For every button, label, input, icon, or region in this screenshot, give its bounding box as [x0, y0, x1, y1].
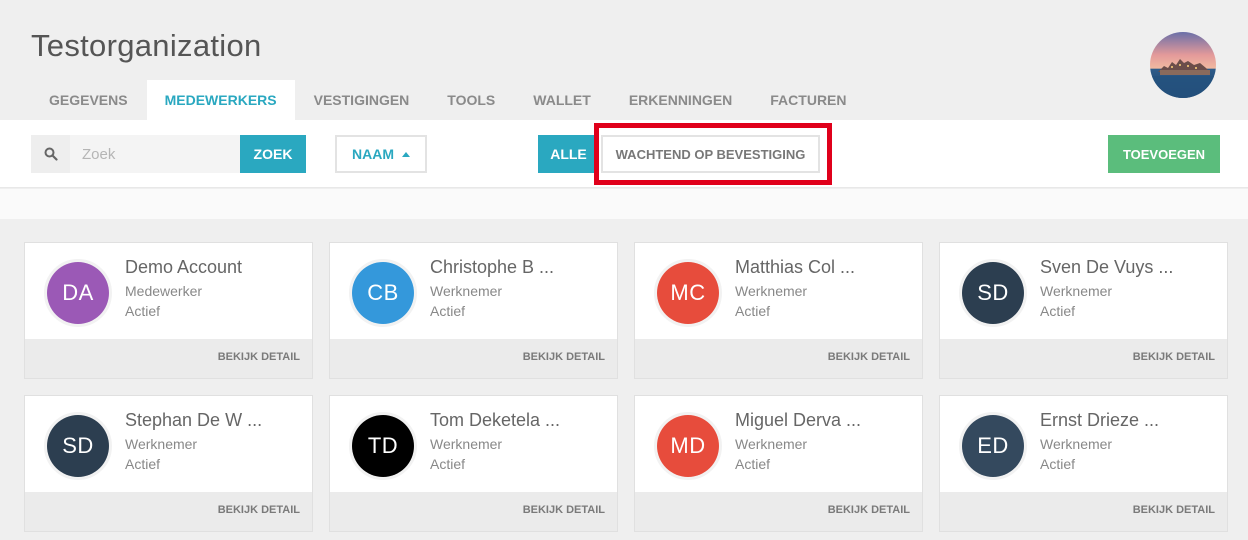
- employee-role: Werknemer: [430, 283, 503, 299]
- employee-name: Matthias Col ...: [735, 257, 856, 277]
- employee-status: Actief: [1040, 303, 1076, 319]
- view-detail-link[interactable]: BEKIJK DETAIL: [1133, 351, 1215, 363]
- card-body: SD Sven De Vuys ... Werknemer Actief: [940, 243, 1227, 339]
- avatar-initials: MC: [657, 262, 719, 324]
- tab-gegevens[interactable]: GEGEVENS: [30, 80, 147, 120]
- employee-role: Medewerker: [125, 283, 203, 299]
- employee-status: Actief: [125, 303, 161, 319]
- employee-role: Werknemer: [735, 283, 808, 299]
- card-body: SD Stephan De W ... Werknemer Actief: [25, 396, 312, 492]
- sort-name-button[interactable]: NAAM: [335, 135, 427, 173]
- view-detail-link[interactable]: BEKIJK DETAIL: [828, 504, 910, 516]
- card-footer: BEKIJK DETAIL: [330, 492, 617, 531]
- avatar: MD: [654, 412, 722, 480]
- filter-pending-button[interactable]: WACHTEND OP BEVESTIGING: [601, 135, 820, 173]
- employee-name: Demo Account: [125, 257, 243, 277]
- avatar-initials: MD: [657, 415, 719, 477]
- avatar: MC: [654, 259, 722, 327]
- card-footer: BEKIJK DETAIL: [25, 339, 312, 378]
- employee-status: Actief: [735, 456, 771, 472]
- search-icon: [31, 135, 70, 173]
- card-body: CB Christophe B ... Werknemer Actief: [330, 243, 617, 339]
- tab-tools[interactable]: TOOLS: [428, 80, 514, 120]
- employee-card[interactable]: DA Demo Account Medewerker Actief BEKIJK…: [24, 242, 313, 379]
- avatar: SD: [44, 412, 112, 480]
- organization-title: Testorganization: [31, 28, 262, 63]
- employee-role: Werknemer: [125, 436, 198, 452]
- avatar: SD: [959, 259, 1027, 327]
- filter-all-button[interactable]: ALLE: [538, 135, 599, 173]
- tab-wallet[interactable]: WALLET: [514, 80, 610, 120]
- card-footer: BEKIJK DETAIL: [940, 492, 1227, 531]
- employee-role: Werknemer: [1040, 283, 1113, 299]
- avatar: CB: [349, 259, 417, 327]
- employee-name: Miguel Derva ...: [735, 410, 862, 430]
- search-button[interactable]: ZOEK: [240, 135, 306, 173]
- tab-vestigingen[interactable]: VESTIGINGEN: [295, 80, 429, 120]
- avatar-initials: ED: [962, 415, 1024, 477]
- avatar-initials: SD: [962, 262, 1024, 324]
- employee-card[interactable]: MD Miguel Derva ... Werknemer Actief BEK…: [634, 395, 923, 532]
- employee-name: Christophe B ...: [430, 257, 555, 277]
- user-avatar[interactable]: [1150, 32, 1216, 98]
- employee-card[interactable]: CB Christophe B ... Werknemer Actief BEK…: [329, 242, 618, 379]
- card-footer: BEKIJK DETAIL: [940, 339, 1227, 378]
- view-detail-link[interactable]: BEKIJK DETAIL: [218, 351, 300, 363]
- card-body: MD Miguel Derva ... Werknemer Actief: [635, 396, 922, 492]
- employee-card[interactable]: SD Sven De Vuys ... Werknemer Actief BEK…: [939, 242, 1228, 379]
- page-header: Testorganization GEGEVENS MEDEWERKERS VE…: [0, 0, 1248, 120]
- card-footer: BEKIJK DETAIL: [330, 339, 617, 378]
- card-body: TD Tom Deketela ... Werknemer Actief: [330, 396, 617, 492]
- employee-status: Actief: [125, 456, 161, 472]
- card-footer: BEKIJK DETAIL: [25, 492, 312, 531]
- view-detail-link[interactable]: BEKIJK DETAIL: [523, 504, 605, 516]
- tab-erkenningen[interactable]: ERKENNINGEN: [610, 80, 751, 120]
- avatar-photo: [1150, 32, 1216, 98]
- employee-card[interactable]: ED Ernst Drieze ... Werknemer Actief BEK…: [939, 395, 1228, 532]
- employee-toolbar: ZOEK NAAM ALLE WACHTEND OP BEVESTIGING T…: [0, 120, 1248, 188]
- employee-name: Ernst Drieze ...: [1040, 410, 1160, 430]
- employee-card[interactable]: SD Stephan De W ... Werknemer Actief BEK…: [24, 395, 313, 532]
- card-footer: BEKIJK DETAIL: [635, 492, 922, 531]
- view-detail-link[interactable]: BEKIJK DETAIL: [828, 351, 910, 363]
- tab-medewerkers[interactable]: MEDEWERKERS: [146, 80, 295, 120]
- avatar-initials: DA: [47, 262, 109, 324]
- card-body: MC Matthias Col ... Werknemer Actief: [635, 243, 922, 339]
- main-tabs: GEGEVENS MEDEWERKERS VESTIGINGEN TOOLS W…: [30, 80, 866, 120]
- employee-role: Werknemer: [430, 436, 503, 452]
- caret-up-icon: [402, 151, 410, 157]
- employee-status: Actief: [430, 303, 466, 319]
- employee-name: Stephan De W ...: [125, 410, 263, 430]
- card-body: ED Ernst Drieze ... Werknemer Actief: [940, 396, 1227, 492]
- view-detail-link[interactable]: BEKIJK DETAIL: [523, 351, 605, 363]
- tab-facturen[interactable]: FACTUREN: [751, 80, 865, 120]
- employee-grid: DA Demo Account Medewerker Actief BEKIJK…: [24, 242, 1228, 532]
- employee-status: Actief: [1040, 456, 1076, 472]
- add-employee-button[interactable]: TOEVOEGEN: [1108, 135, 1220, 173]
- avatar: TD: [349, 412, 417, 480]
- card-footer: BEKIJK DETAIL: [635, 339, 922, 378]
- avatar: ED: [959, 412, 1027, 480]
- employee-role: Werknemer: [1040, 436, 1113, 452]
- employee-role: Werknemer: [735, 436, 808, 452]
- avatar-initials: CB: [352, 262, 414, 324]
- view-detail-link[interactable]: BEKIJK DETAIL: [1133, 504, 1215, 516]
- view-detail-link[interactable]: BEKIJK DETAIL: [218, 504, 300, 516]
- card-body: DA Demo Account Medewerker Actief: [25, 243, 312, 339]
- avatar-initials: SD: [47, 415, 109, 477]
- avatar: DA: [44, 259, 112, 327]
- employee-status: Actief: [430, 456, 466, 472]
- employee-status: Actief: [735, 303, 771, 319]
- employee-name: Tom Deketela ...: [430, 410, 561, 430]
- avatar-initials: TD: [352, 415, 414, 477]
- divider-strip: [0, 189, 1248, 219]
- sort-label: NAAM: [352, 146, 394, 162]
- employee-name: Sven De Vuys ...: [1040, 257, 1174, 277]
- employee-card[interactable]: MC Matthias Col ... Werknemer Actief BEK…: [634, 242, 923, 379]
- search-bar: ZOEK: [31, 135, 306, 173]
- employee-card[interactable]: TD Tom Deketela ... Werknemer Actief BEK…: [329, 395, 618, 532]
- search-input[interactable]: [70, 135, 240, 173]
